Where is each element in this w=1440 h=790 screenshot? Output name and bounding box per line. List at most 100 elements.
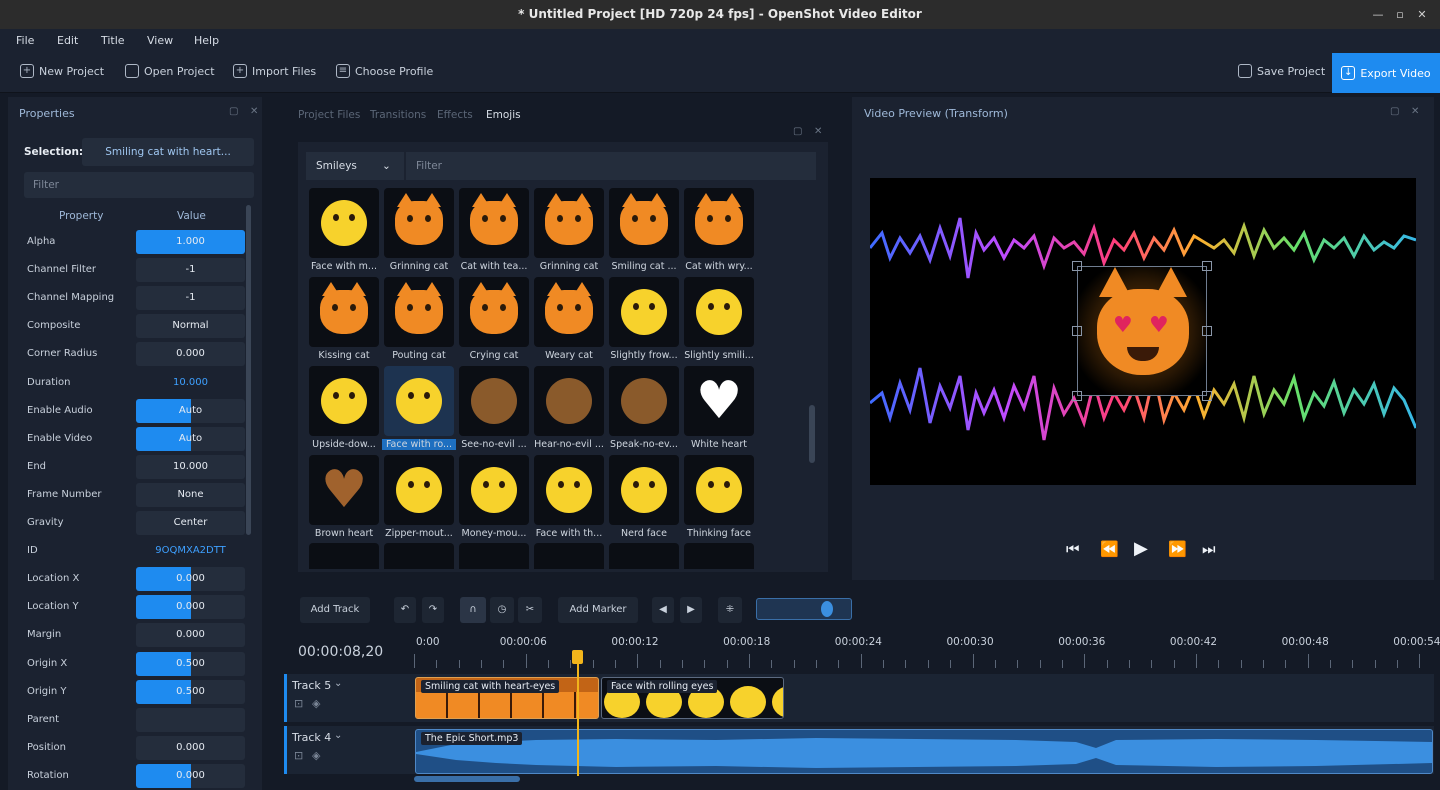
undock-icon[interactable]: ▢ xyxy=(229,106,238,117)
emoji-tile[interactable]: Speak-no-ev... xyxy=(609,366,679,450)
next-marker-icon[interactable]: ▶ xyxy=(680,597,702,623)
property-row[interactable]: Duration 10.000 xyxy=(27,371,247,395)
emoji-tile[interactable]: Upside-dow... xyxy=(309,366,379,450)
new-project-button[interactable]: + New Project xyxy=(20,64,104,78)
keyframe-icon[interactable]: ◈ xyxy=(312,697,320,710)
emoji-tile[interactable]: Slightly smili... xyxy=(684,277,754,361)
property-row[interactable]: Gravity Center xyxy=(27,511,247,535)
timeline-scrollbar[interactable] xyxy=(414,776,520,782)
emoji-tile[interactable]: Cat with tea... xyxy=(459,188,529,272)
properties-filter-input[interactable]: Filter xyxy=(24,172,254,198)
property-row[interactable]: Location Y 0.000 xyxy=(27,595,247,620)
emoji-tile[interactable]: Pouting cat xyxy=(384,277,454,361)
undo-icon[interactable]: ↶ xyxy=(394,597,416,623)
menu-edit[interactable]: Edit xyxy=(57,34,78,47)
close-panel-icon[interactable]: ✕ xyxy=(1411,106,1419,117)
save-project-button[interactable]: Save Project xyxy=(1238,64,1325,78)
emoji-tile[interactable]: Crying cat xyxy=(459,277,529,361)
property-row[interactable]: Origin X 0.500 xyxy=(27,651,247,676)
close-panel-icon[interactable]: ✕ xyxy=(250,106,258,117)
import-files-button[interactable]: + Import Files xyxy=(233,64,316,78)
category-select[interactable]: Smileys ⌄ xyxy=(306,152,404,180)
chevron-down-icon[interactable]: ⌄ xyxy=(334,678,342,689)
emoji-tile[interactable]: Smiling cat ... xyxy=(609,188,679,272)
chevron-down-icon[interactable]: ⌄ xyxy=(334,730,342,741)
property-row[interactable]: Alpha 1.000 xyxy=(27,230,247,254)
lock-icon[interactable]: ⊡ xyxy=(294,697,303,710)
play-icon[interactable]: ▶ xyxy=(1134,538,1148,559)
razor-icon[interactable]: ✂ xyxy=(518,597,542,623)
emoji-tile[interactable]: Kissing cat xyxy=(309,277,379,361)
property-row[interactable]: ID 9OQMXA2DTT xyxy=(27,539,247,563)
property-row[interactable]: Margin 0.000 xyxy=(27,623,247,648)
center-playhead-icon[interactable]: ⁜ xyxy=(718,597,742,623)
timeline-ruler[interactable]: 0:00 00:00:06 00:00:12 00:00:18 00:00:24 00:0… xyxy=(412,632,1440,670)
timing-icon[interactable]: ◷ xyxy=(490,597,514,623)
emoji-tile[interactable]: Face with ro... xyxy=(382,366,456,450)
property-row[interactable]: Frame Number None xyxy=(27,482,247,507)
property-row[interactable]: Rotation 0.000 xyxy=(27,763,247,788)
property-row[interactable]: Location X 0.000 xyxy=(27,567,247,592)
selection-dropdown[interactable]: Smiling cat with heart... xyxy=(82,138,254,166)
menu-file[interactable]: File xyxy=(16,34,34,47)
tab-transitions[interactable]: Transitions xyxy=(370,109,426,121)
export-video-button[interactable]: ↓ Export Video xyxy=(1332,53,1440,93)
emoji-tile[interactable]: Thinking face xyxy=(684,455,754,539)
zoom-handle[interactable] xyxy=(821,601,833,617)
emoji-tile[interactable]: Cat with wry... xyxy=(684,188,754,272)
property-row[interactable]: Channel Mapping -1 xyxy=(27,286,247,311)
close-panel-icon[interactable]: ✕ xyxy=(814,126,822,137)
property-row[interactable]: Enable Audio Auto xyxy=(27,398,247,423)
menu-view[interactable]: View xyxy=(147,34,173,47)
emoji-tile[interactable]: See-no-evil ... xyxy=(459,366,529,450)
emoji-tile[interactable]: Grinning cat xyxy=(534,188,604,272)
emoji-tile[interactable]: Zipper-mout... xyxy=(384,455,454,539)
previous-marker-icon[interactable]: ◀ xyxy=(652,597,674,623)
open-project-button[interactable]: Open Project xyxy=(125,64,215,78)
tab-emojis[interactable]: Emojis xyxy=(486,109,521,121)
redo-icon[interactable]: ↷ xyxy=(422,597,444,623)
property-row[interactable]: Corner Radius 0.000 xyxy=(27,342,247,367)
jump-start-icon[interactable]: ⏮ xyxy=(1066,540,1080,558)
emoji-tile[interactable]: Nerd face xyxy=(609,455,679,539)
emoji-tile[interactable]: ♥ White heart xyxy=(684,366,754,450)
property-row[interactable]: Parent xyxy=(27,707,247,732)
video-canvas[interactable]: ♥ ♥ xyxy=(868,178,1418,485)
undock-icon[interactable]: ▢ xyxy=(793,126,802,137)
track-name[interactable]: Track 5 xyxy=(292,679,331,692)
property-row[interactable]: Origin Y 0.500 xyxy=(27,679,247,704)
undock-icon[interactable]: ▢ xyxy=(1390,106,1399,117)
emoji-tile[interactable]: Grinning cat xyxy=(384,188,454,272)
menu-help[interactable]: Help xyxy=(194,34,219,47)
menu-title[interactable]: Title xyxy=(101,34,125,47)
property-row[interactable]: End 10.000 xyxy=(27,454,247,479)
emoji-tile[interactable]: Hear-no-evil ... xyxy=(534,366,604,450)
snap-icon[interactable]: ∩ xyxy=(460,597,486,623)
emoji-tile[interactable]: ♥ Brown heart xyxy=(309,455,379,539)
timeline-clip[interactable]: Face with rolling eyes xyxy=(601,677,784,719)
add-marker-button[interactable]: Add Marker xyxy=(558,597,638,623)
property-row[interactable]: Composite Normal xyxy=(27,314,247,339)
property-row[interactable]: Channel Filter -1 xyxy=(27,258,247,283)
property-row[interactable]: Position 0.000 xyxy=(27,735,247,760)
keyframe-icon[interactable]: ◈ xyxy=(312,749,320,762)
add-track-button[interactable]: Add Track xyxy=(300,597,370,623)
emoji-tile[interactable]: Face with th... xyxy=(534,455,604,539)
emoji-tile[interactable]: Face with m... xyxy=(309,188,379,272)
emoji-tile[interactable]: Weary cat xyxy=(534,277,604,361)
tab-effects[interactable]: Effects xyxy=(437,109,473,121)
lock-icon[interactable]: ⊡ xyxy=(294,749,303,762)
property-row[interactable]: Enable Video Auto xyxy=(27,426,247,451)
rewind-icon[interactable]: ⏪ xyxy=(1100,540,1119,558)
close-icon[interactable]: ✕ xyxy=(1408,0,1436,29)
emoji-scrollbar[interactable] xyxy=(809,405,815,463)
zoom-slider[interactable] xyxy=(756,598,852,620)
emoji-tile[interactable]: Slightly frow... xyxy=(609,277,679,361)
choose-profile-button[interactable]: ≡ Choose Profile xyxy=(336,64,433,78)
audio-clip[interactable]: The Epic Short.mp3 xyxy=(415,729,1433,774)
emoji-filter-input[interactable]: Filter xyxy=(406,152,816,180)
transform-box[interactable]: ♥ ♥ xyxy=(1072,261,1212,401)
tab-project-files[interactable]: Project Files xyxy=(298,109,360,121)
timeline-clip[interactable]: Smiling cat with heart-eyes xyxy=(415,677,599,719)
fast-forward-icon[interactable]: ⏩ xyxy=(1168,540,1187,558)
